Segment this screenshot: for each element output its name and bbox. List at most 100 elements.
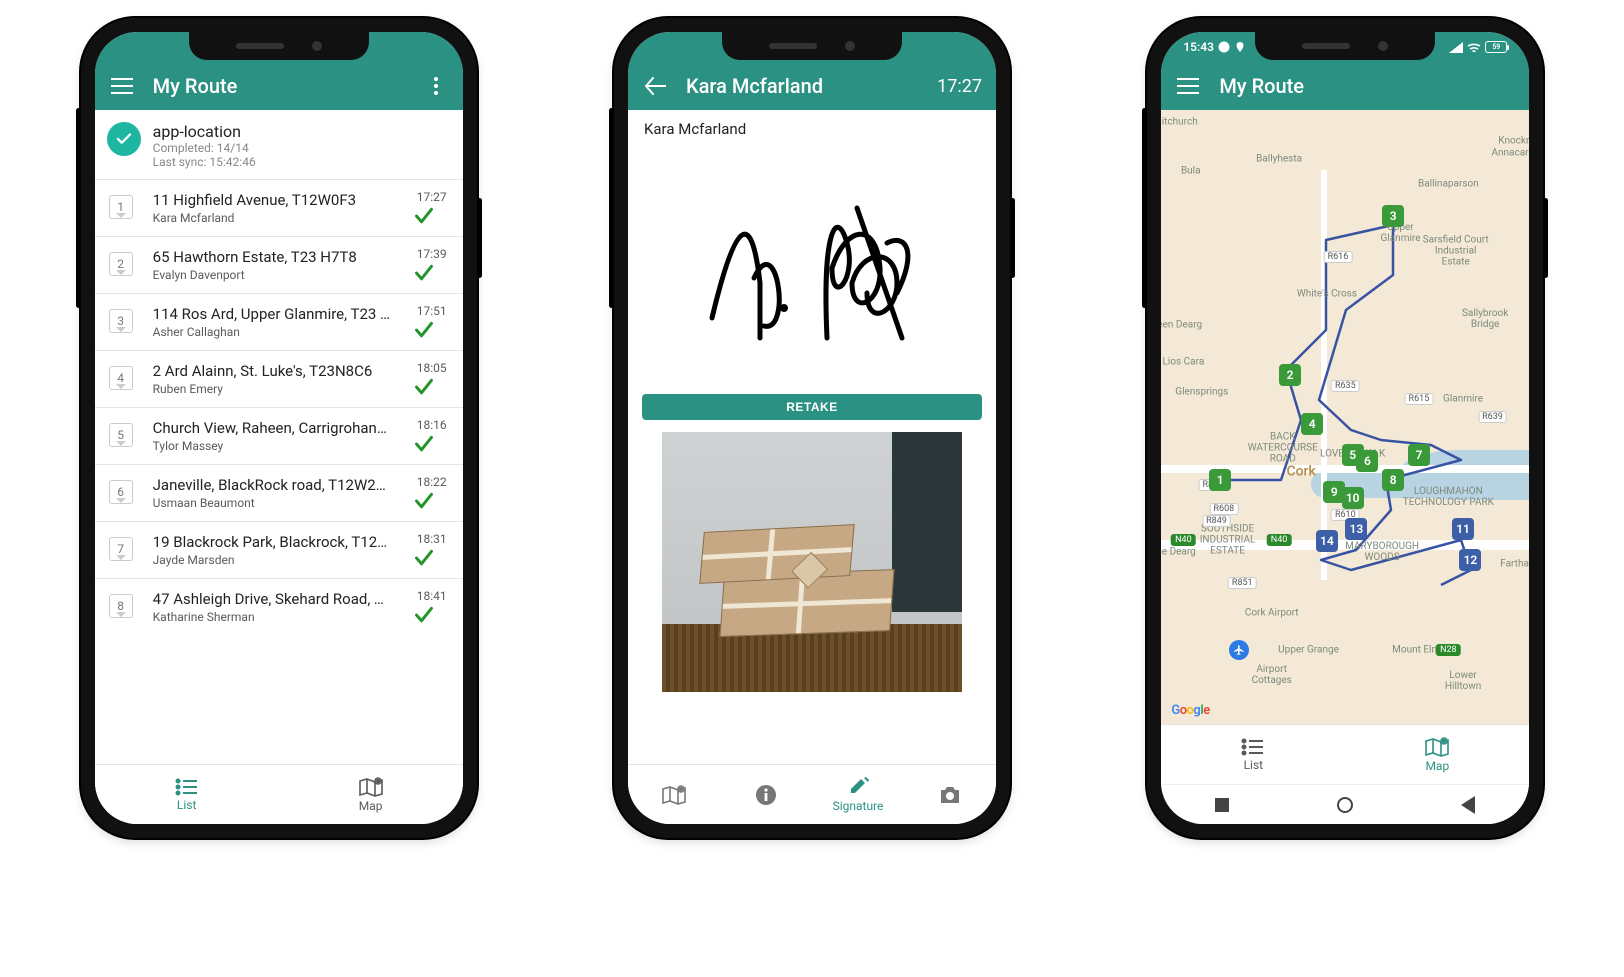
road-badge: R615 [1405, 393, 1434, 405]
nav-signature[interactable]: Signature [812, 765, 904, 824]
overflow-icon[interactable] [423, 73, 449, 99]
appbar-title: My Route [153, 74, 405, 98]
stop-row[interactable]: 265 Hawthorn Estate, T23 H7T8Evalyn Dave… [95, 236, 463, 293]
map-label: Sarsfield Court Industrial Estate [1423, 235, 1489, 268]
nav-list[interactable]: List [95, 765, 279, 824]
stop-address: Church View, Raheen, Carrigrohane, Co... [153, 419, 393, 437]
route-polyline [1161, 110, 1529, 724]
nav-map-label: Map [1425, 759, 1449, 773]
map-marker[interactable]: 13 [1345, 518, 1367, 540]
stop-row[interactable]: 42 Ard Alainn, St. Luke's, T23N8C6Ruben … [95, 350, 463, 407]
map-marker[interactable]: 2 [1279, 364, 1301, 386]
road-badge: N40 [1171, 534, 1196, 546]
stop-row[interactable]: 3114 Ros Ard, Upper Glanmire, T23 AK80As… [95, 293, 463, 350]
appbar-title: My Route [1219, 74, 1515, 98]
map-label: Lower Hilltown [1445, 670, 1481, 692]
route-completed: Completed: 14/14 [153, 141, 256, 155]
map-label: Annacarto [1491, 147, 1529, 158]
nav-map[interactable]: Map [279, 765, 463, 824]
map-marker[interactable]: 4 [1301, 413, 1323, 435]
signal-icon [1449, 42, 1463, 53]
stop-address: 19 Blackrock Park, Blackrock, T12VY57 [153, 533, 393, 551]
stop-row[interactable]: 5Church View, Raheen, Carrigrohane, Co..… [95, 407, 463, 464]
road-badge: R849 [1202, 515, 1231, 527]
stop-time: 18:41 [413, 589, 447, 603]
airport-icon [1229, 640, 1249, 660]
road-badge: R851 [1228, 577, 1257, 589]
map-marker[interactable]: 1 [1209, 469, 1231, 491]
stop-time: 17:27 [413, 190, 447, 204]
signature-pad[interactable] [628, 148, 996, 388]
map-label: Airport Cottages [1252, 664, 1292, 686]
nav-list-label: List [177, 798, 197, 812]
map-marker[interactable]: 14 [1316, 530, 1338, 552]
stop-row[interactable]: 6Janeville, BlackRock road, T12W2RRUsmaa… [95, 464, 463, 521]
location-icon [1234, 41, 1246, 53]
stop-time: 18:16 [413, 418, 447, 432]
hamburger-icon[interactable] [109, 73, 135, 99]
map-marker[interactable]: 11 [1452, 518, 1474, 540]
battery-icon: 59 [1485, 41, 1507, 53]
stop-number: 4 [109, 366, 133, 390]
nav-list-label: List [1244, 758, 1264, 772]
nav-map-icon[interactable] [628, 765, 720, 824]
map-label: ne Dearg [1161, 547, 1195, 558]
notch [722, 32, 902, 60]
stop-number: 8 [109, 594, 133, 618]
android-navbar [1161, 784, 1529, 824]
nav-camera-icon[interactable] [904, 765, 996, 824]
map-marker[interactable]: 6 [1356, 450, 1378, 472]
road-badge: R616 [1324, 251, 1353, 263]
recent-apps-icon[interactable] [1215, 798, 1229, 812]
stop-person: Jayde Marsden [153, 553, 403, 567]
back-arrow-icon[interactable] [642, 73, 668, 99]
stop-address: 47 Ashleigh Drive, Skehard Road, T12 X..… [153, 590, 393, 608]
home-icon[interactable] [1337, 797, 1353, 813]
stop-time: 18:05 [413, 361, 447, 375]
notch [189, 32, 369, 60]
back-icon[interactable] [1461, 796, 1475, 814]
map-marker[interactable]: 3 [1382, 205, 1404, 227]
map-marker[interactable]: 12 [1459, 549, 1481, 571]
retake-button[interactable]: RETAKE [642, 394, 982, 420]
stop-number: 2 [109, 252, 133, 276]
map-label: Cork Airport [1245, 608, 1299, 619]
stops-list[interactable]: 111 Highfield Avenue, T12W0F3Kara Mcfarl… [95, 179, 463, 764]
appbar-time: 17:27 [937, 76, 982, 97]
nav-info-icon[interactable] [720, 765, 812, 824]
bottom-nav: Signature [628, 764, 996, 824]
map-label: Ballinaparson [1418, 178, 1479, 189]
wifi-icon [1467, 42, 1481, 53]
stop-time: 17:39 [413, 247, 447, 261]
stop-time: 18:31 [413, 532, 447, 546]
map-canvas[interactable]: itchurchBulaBallyhestaAnnacartoBallinapa… [1161, 110, 1529, 724]
route-summary[interactable]: app-location Completed: 14/14 Last sync:… [95, 110, 463, 179]
map-marker[interactable]: 10 [1342, 487, 1364, 509]
nav-map-label: Map [359, 799, 383, 813]
stop-address: 2 Ard Alainn, St. Luke's, T23N8C6 [153, 362, 393, 380]
stop-time: 18:22 [413, 475, 447, 489]
stop-number: 1 [109, 195, 133, 219]
stop-address: 65 Hawthorn Estate, T23 H7T8 [153, 248, 393, 266]
map-marker[interactable]: 8 [1382, 469, 1404, 491]
road-badge: R639 [1478, 411, 1507, 423]
phone-frame-list: My Route app-location Completed: 14/14 L… [81, 18, 477, 838]
map-label: Knockraha [1498, 135, 1529, 146]
stop-row[interactable]: 719 Blackrock Park, Blackrock, T12VY57Ja… [95, 521, 463, 578]
hamburger-icon[interactable] [1175, 73, 1201, 99]
nav-map[interactable]: Map [1345, 725, 1529, 784]
bottom-nav: List Map [1161, 724, 1529, 784]
delivery-photo[interactable] [662, 432, 962, 692]
route-name: app-location [153, 122, 256, 141]
map-marker[interactable]: 7 [1408, 444, 1430, 466]
stop-row[interactable]: 111 Highfield Avenue, T12W0F3Kara Mcfarl… [95, 179, 463, 236]
stop-number: 3 [109, 309, 133, 333]
stop-row[interactable]: 8 47 Ashleigh Drive, Skehard Road, T12 X.… [95, 578, 463, 635]
nav-list[interactable]: List [1161, 725, 1345, 784]
road-badge: N40 [1267, 534, 1292, 546]
phone-frame-map: 15:43 59 My Route [1147, 18, 1543, 838]
stop-address: 114 Ros Ard, Upper Glanmire, T23 AK80 [153, 305, 393, 323]
map-label: Upper Grange [1278, 645, 1339, 656]
android-statusbar: 15:43 59 [1183, 38, 1507, 56]
signature-name: Kara Mcfarland [628, 110, 996, 148]
